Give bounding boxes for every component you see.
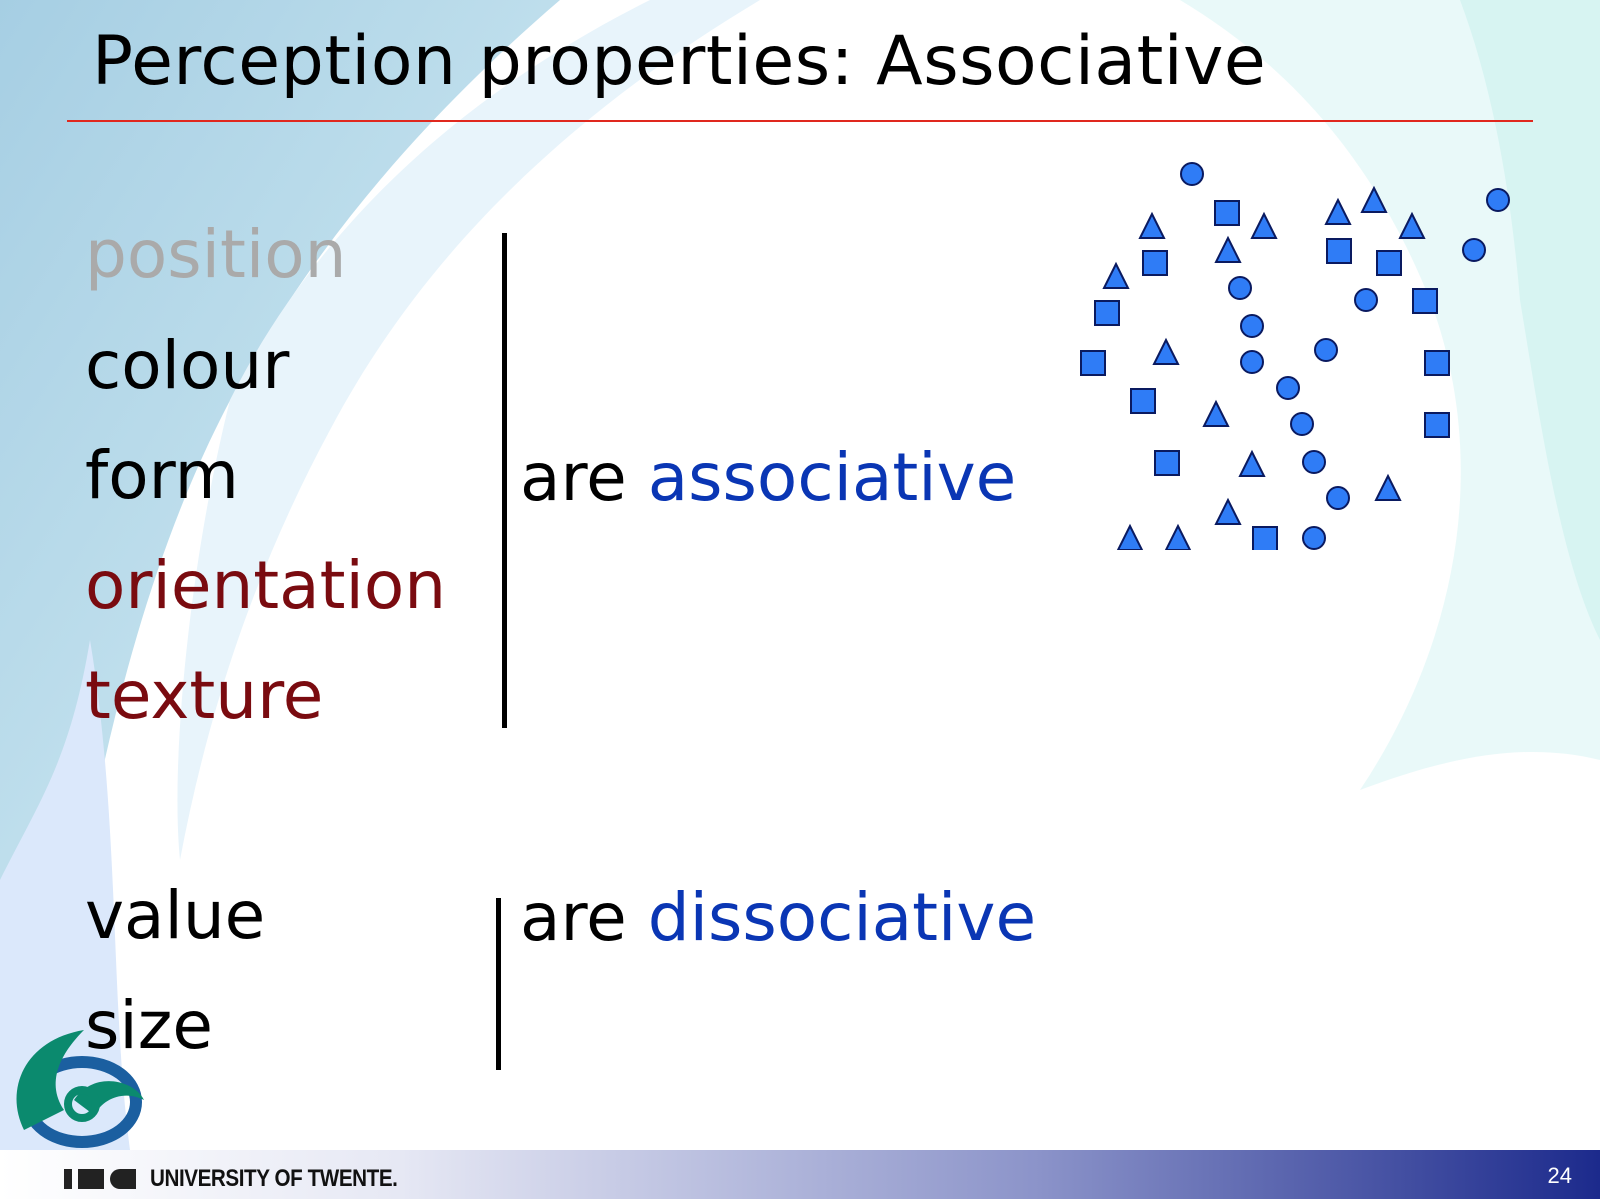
- property-position: position: [85, 216, 347, 293]
- triangle-marker: [1360, 185, 1388, 213]
- dissociative-statement: are dissociative: [520, 885, 1036, 951]
- triangle-marker: [1238, 449, 1266, 477]
- circle-marker: [1302, 450, 1326, 474]
- circle-marker: [1240, 314, 1264, 338]
- square-marker: [1412, 288, 1438, 314]
- triangle-marker: [1250, 211, 1278, 239]
- square-marker: [1130, 388, 1156, 414]
- square-marker: [1154, 450, 1180, 476]
- circle-marker: [1290, 412, 1314, 436]
- circle-marker: [1228, 276, 1252, 300]
- shape-scatter-illustration: [1080, 162, 1510, 550]
- circle-marker: [1486, 188, 1510, 212]
- square-marker: [1080, 350, 1106, 376]
- square-marker: [1094, 300, 1120, 326]
- footer-institution: UNIVERSITY OF TWENTE.: [150, 1165, 398, 1192]
- circle-marker: [1314, 338, 1338, 362]
- property-colour: colour: [85, 327, 290, 404]
- circle-marker: [1180, 162, 1204, 186]
- triangle-marker: [1102, 261, 1130, 289]
- circle-marker: [1326, 486, 1350, 510]
- title-underline: [67, 120, 1533, 122]
- square-marker: [1142, 250, 1168, 276]
- circle-marker: [1276, 376, 1300, 400]
- page-number: 24: [1547, 1163, 1572, 1188]
- circle-marker: [1462, 238, 1486, 262]
- property-orientation: orientation: [85, 547, 447, 624]
- triangle-marker: [1398, 211, 1426, 239]
- triangle-marker: [1214, 235, 1242, 263]
- property-form: form: [85, 437, 239, 514]
- square-marker: [1214, 200, 1240, 226]
- circle-marker: [1240, 350, 1264, 374]
- triangle-marker: [1214, 497, 1242, 525]
- triangle-marker: [1324, 197, 1352, 225]
- property-texture: texture: [85, 657, 324, 734]
- associative-keyword: associative: [647, 439, 1017, 516]
- dissociative-keyword: dissociative: [647, 879, 1037, 956]
- footer-brand: UNIVERSITY OF TWENTE.: [64, 1164, 438, 1194]
- dissociative-statement-prefix: are: [520, 879, 648, 956]
- square-marker: [1326, 238, 1352, 264]
- triangle-marker: [1116, 523, 1144, 550]
- triangle-marker: [1152, 337, 1180, 365]
- triangle-marker: [1138, 211, 1166, 239]
- triangle-marker: [1202, 399, 1230, 427]
- square-marker: [1424, 412, 1450, 438]
- associative-bracket-line: [502, 233, 507, 728]
- circle-marker: [1302, 526, 1326, 550]
- itc-wordmark-icon: [64, 1169, 136, 1189]
- slide-title: Perception properties: Associative: [92, 22, 1267, 101]
- circle-marker: [1354, 288, 1378, 312]
- square-marker: [1424, 350, 1450, 376]
- associative-statement: are associative: [520, 445, 1016, 511]
- square-marker: [1252, 526, 1278, 550]
- property-value: value: [85, 877, 266, 954]
- triangle-marker: [1374, 473, 1402, 501]
- square-marker: [1376, 250, 1402, 276]
- associative-statement-prefix: are: [520, 439, 648, 516]
- triangle-marker: [1164, 523, 1192, 550]
- property-size: size: [85, 987, 213, 1064]
- dissociative-bracket-line: [496, 898, 501, 1070]
